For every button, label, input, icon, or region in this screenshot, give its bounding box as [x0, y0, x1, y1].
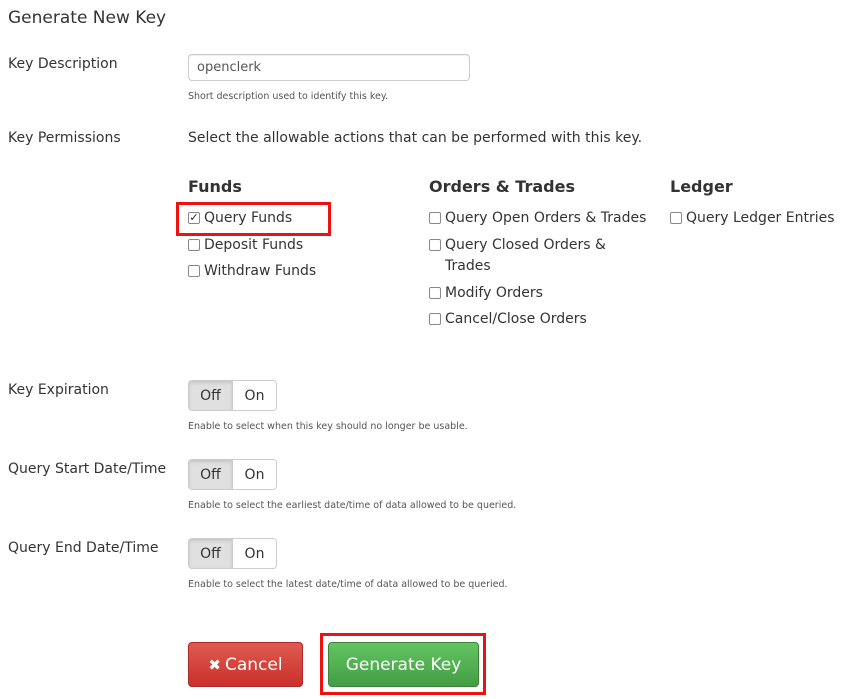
- permission-label: Deposit Funds: [204, 237, 304, 253]
- permission-query-open-orders[interactable]: Query Open Orders & Trades: [429, 208, 646, 229]
- toggle-on-option[interactable]: On: [233, 460, 276, 489]
- permission-label: Query Open Orders & Trades: [445, 210, 647, 226]
- key-permissions-intro: Select the allowable actions that can be…: [188, 130, 643, 146]
- key-description-help: Short description used to identify this …: [188, 91, 389, 102]
- query-start-toggle[interactable]: Off On: [188, 459, 277, 490]
- checkbox[interactable]: [188, 239, 200, 251]
- permission-deposit-funds[interactable]: Deposit Funds: [188, 235, 303, 256]
- query-start-label: Query Start Date/Time: [8, 461, 167, 477]
- cancel-button[interactable]: ✖ Cancel: [188, 642, 303, 687]
- permission-query-closed-orders[interactable]: Query Closed Orders & Trades: [429, 235, 654, 277]
- permission-label: Withdraw Funds: [204, 263, 317, 279]
- permission-label: Cancel/Close Orders: [445, 311, 587, 327]
- key-expiration-label: Key Expiration: [8, 382, 109, 398]
- key-expiration-toggle[interactable]: Off On: [188, 380, 277, 411]
- toggle-on-option[interactable]: On: [233, 381, 276, 410]
- permission-label: Query Closed Orders & Trades: [445, 237, 606, 274]
- permission-withdraw-funds[interactable]: Withdraw Funds: [188, 261, 316, 282]
- checkbox[interactable]: [429, 287, 441, 299]
- key-description-input[interactable]: [188, 54, 470, 81]
- query-end-help: Enable to select the latest date/time of…: [188, 579, 508, 590]
- query-end-toggle[interactable]: Off On: [188, 538, 277, 569]
- permission-label: Modify Orders: [445, 285, 543, 301]
- key-expiration-help: Enable to select when this key should no…: [188, 421, 468, 432]
- key-permissions-label: Key Permissions: [8, 130, 121, 146]
- key-description-label: Key Description: [8, 56, 118, 72]
- toggle-on-option[interactable]: On: [233, 539, 276, 568]
- permission-modify-orders[interactable]: Modify Orders: [429, 283, 543, 304]
- checkbox[interactable]: [429, 313, 441, 325]
- checkbox[interactable]: [429, 239, 441, 251]
- page-title: Generate New Key: [8, 8, 167, 28]
- highlight-box: [176, 202, 331, 236]
- group-title-ledger: Ledger: [670, 177, 733, 196]
- checkbox[interactable]: [188, 265, 200, 277]
- query-end-label: Query End Date/Time: [8, 540, 159, 556]
- checkbox[interactable]: [670, 212, 682, 224]
- permission-query-ledger-entries[interactable]: Query Ledger Entries: [670, 208, 835, 229]
- toggle-off-option[interactable]: Off: [189, 381, 233, 410]
- cancel-button-label: Cancel: [224, 654, 283, 675]
- generate-key-button-label: Generate Key: [345, 654, 462, 675]
- permission-label: Query Ledger Entries: [686, 210, 835, 226]
- checkbox[interactable]: [429, 212, 441, 224]
- query-start-help: Enable to select the earliest date/time …: [188, 500, 517, 511]
- close-icon: ✖: [208, 655, 221, 674]
- group-title-funds: Funds: [188, 177, 242, 196]
- generate-key-button[interactable]: Generate Key: [328, 642, 479, 687]
- toggle-off-option[interactable]: Off: [189, 460, 233, 489]
- group-title-orders-trades: Orders & Trades: [429, 177, 575, 196]
- permission-cancel-close-orders[interactable]: Cancel/Close Orders: [429, 309, 587, 330]
- toggle-off-option[interactable]: Off: [189, 539, 233, 568]
